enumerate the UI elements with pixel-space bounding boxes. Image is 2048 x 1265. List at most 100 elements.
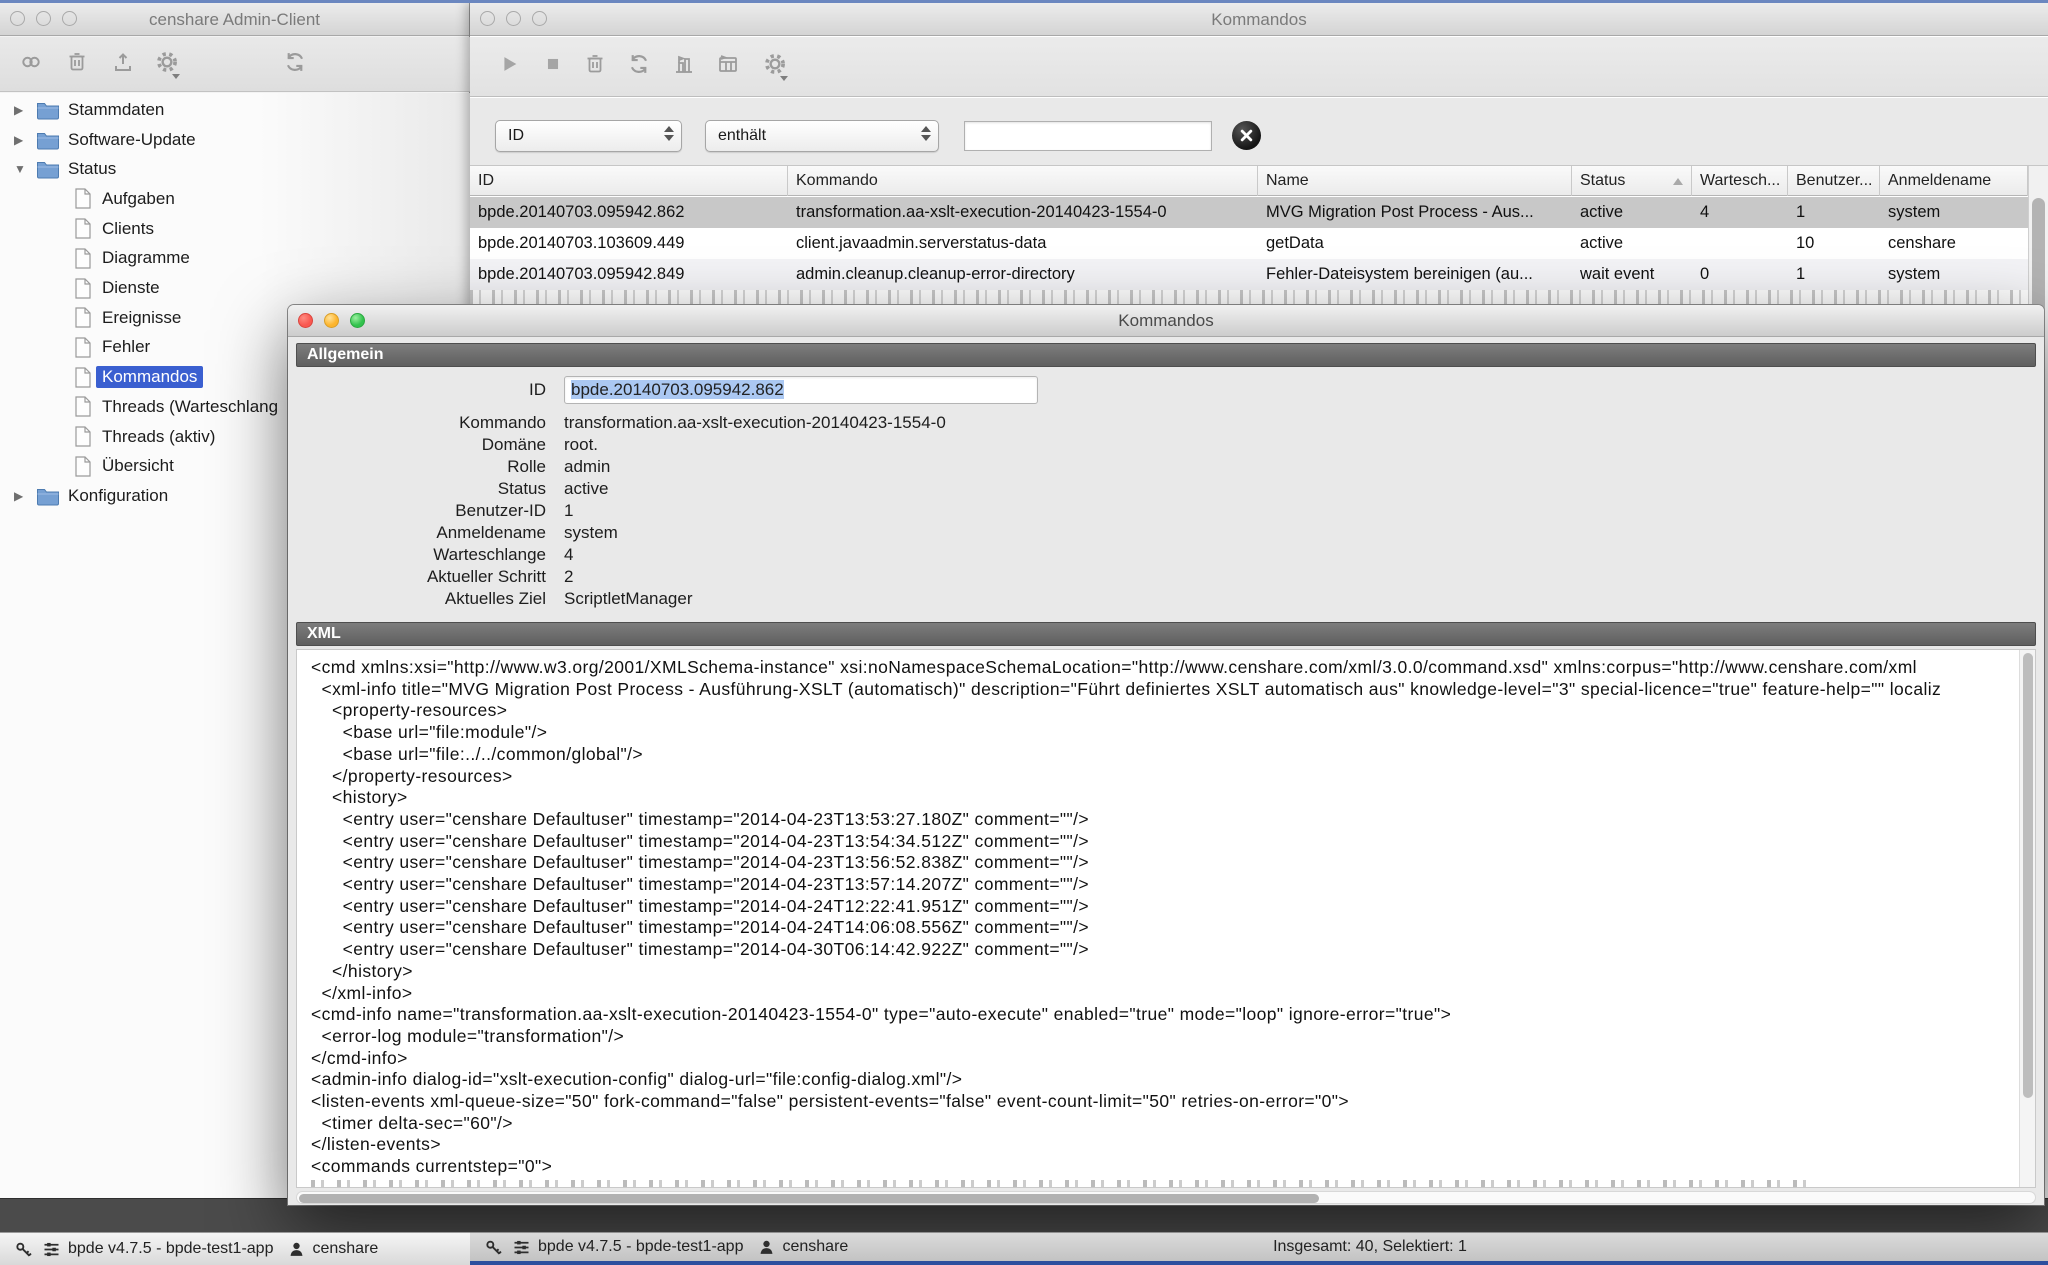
close-button[interactable] [298,313,313,328]
column-header-name[interactable]: Name [1258,166,1572,196]
table-cell: transformation.aa-xslt-execution-2014042… [788,197,1258,228]
sidebar-item-dienste[interactable]: Dienste [0,273,470,303]
table-cell: bpde.20140703.095942.862 [470,197,788,228]
screen-top-edge [0,0,2048,3]
column-header-anmeldename[interactable]: Anmeldename [1880,166,2028,196]
dialog-title: Kommandos [288,305,2044,337]
window-controls [480,11,547,26]
minimize-button[interactable] [324,313,339,328]
window-controls [10,11,77,26]
table-cell: 10 [1788,228,1880,259]
folder-icon [36,130,60,150]
xml-clipped-line [311,1180,1811,1187]
refresh-icon [626,51,652,82]
field-value: ScriptletManager [564,588,693,610]
minimize-button[interactable] [36,11,51,26]
field-value: admin [564,456,610,478]
field-label-warteschlange: Warteschlange [288,544,546,566]
disclosure-closed-icon[interactable]: ▶ [14,489,28,503]
id-input-field[interactable]: bpde.20140703.095942.862 [564,376,1038,404]
toolbar-button-trash[interactable] [578,51,612,81]
zoom-button[interactable] [350,313,365,328]
scrollbar-thumb[interactable] [2023,653,2033,1098]
select-stepper-icon [921,126,931,141]
user-label: censhare [782,1238,848,1256]
user-icon [757,1238,776,1257]
disclosure-closed-icon[interactable]: ▶ [14,133,28,147]
minimize-button[interactable] [506,11,521,26]
select-stepper-icon [664,126,674,141]
sidebar-item-stammdaten[interactable]: ▶ Stammdaten [0,95,470,125]
clear-filter-icon[interactable] [1232,121,1261,150]
table-cell: 0 [1692,259,1788,290]
toolbar-button-link[interactable] [14,49,48,79]
table-cell: system [1880,259,2028,290]
table-row[interactable]: bpde.20140703.103609.449client.javaadmin… [470,228,2028,259]
table-cell: 1 [1788,259,1880,290]
kommandos-toolbar [470,37,2048,97]
disclosure-closed-icon[interactable]: ▶ [14,103,28,117]
toolbar-button-refresh[interactable] [278,49,312,79]
dialog-titlebar[interactable]: Kommandos [288,305,2044,337]
filter-value-input[interactable] [964,121,1212,151]
zoom-button[interactable] [532,11,547,26]
toolbar-button-chart-table[interactable] [711,51,745,81]
toolbar-button-chart-flag[interactable] [667,51,701,81]
filter-field-value: ID [508,127,524,144]
field-label-status: Status [288,478,546,500]
document-icon [74,248,92,269]
document-icon [74,426,92,447]
table-cell: censhare [1880,228,2028,259]
field-value: 1 [564,500,573,522]
table-header-row: IDKommandoNameStatusWartesch...Benutzer.… [470,166,2028,196]
field-value: active [564,478,608,500]
column-header-wartesch[interactable]: Wartesch... [1692,166,1788,196]
toolbar-button-play[interactable] [492,51,526,81]
sidebar-item-clients[interactable]: Clients [0,214,470,244]
xml-vertical-scrollbar[interactable] [2019,650,2035,1187]
disclosure-open-icon[interactable]: ▼ [14,162,28,176]
sidebar-item-aufgaben[interactable]: Aufgaben [0,184,470,214]
filter-operator-select[interactable]: enthält [705,120,939,152]
column-header-benutzer[interactable]: Benutzer... [1788,166,1880,196]
sidebar-item-diagramme[interactable]: Diagramme [0,244,470,274]
sidebar-item-status[interactable]: ▼Status [0,154,470,184]
close-button[interactable] [480,11,495,26]
tree-item-label: Stammdaten [68,100,164,120]
field-label-aktuelles-ziel: Aktuelles Ziel [288,588,546,610]
zoom-button[interactable] [62,11,77,26]
toolbar-button-export[interactable] [106,49,140,79]
admin-toolbar [0,37,470,92]
filter-operator-value: enthält [718,127,766,144]
toolbar-button-refresh[interactable] [622,51,656,81]
sort-ascending-icon [1673,178,1683,185]
table-cell: 4 [1692,197,1788,228]
document-icon [74,278,92,299]
column-header-status[interactable]: Status [1572,166,1692,196]
section-header-xml: XML [296,622,2036,646]
table-row[interactable]: bpde.20140703.095942.862transformation.a… [470,197,2028,228]
scrollbar-thumb[interactable] [299,1194,1319,1203]
sidebar-item-software-update[interactable]: ▶Software-Update [0,125,470,155]
kommandos-titlebar[interactable]: Kommandos [470,3,2048,36]
document-icon [74,307,92,328]
table-row[interactable]: bpde.20140703.095942.849admin.cleanup.cl… [470,259,2028,290]
tree-item-label: Clients [102,219,154,239]
tree-item-label: Kommandos [96,366,203,388]
tree-item-label: Aufgaben [102,189,175,209]
filter-field-select[interactable]: ID [495,120,682,152]
selection-summary: Insgesamt: 40, Selektiert: 1 [1240,1238,1500,1256]
toolbar-button-stop[interactable] [536,51,570,81]
admin-client-titlebar[interactable]: censhare Admin-Client [0,3,469,36]
toolbar-button-trash[interactable] [60,49,94,79]
xml-horizontal-scrollbar[interactable] [296,1191,2036,1204]
field-label-anmeldename: Anmeldename [288,522,546,544]
column-header-kommando[interactable]: Kommando [788,166,1258,196]
close-button[interactable] [10,11,25,26]
tree-item-label: Threads (Warteschlang [102,397,278,417]
xml-viewer[interactable]: <cmd xmlns:xsi="http://www.w3.org/2001/X… [296,649,2036,1188]
column-header-id[interactable]: ID [470,166,788,196]
field-label-rolle: Rolle [288,456,546,478]
toolbar-button-gear[interactable] [758,51,792,81]
toolbar-button-gear[interactable] [150,49,184,79]
